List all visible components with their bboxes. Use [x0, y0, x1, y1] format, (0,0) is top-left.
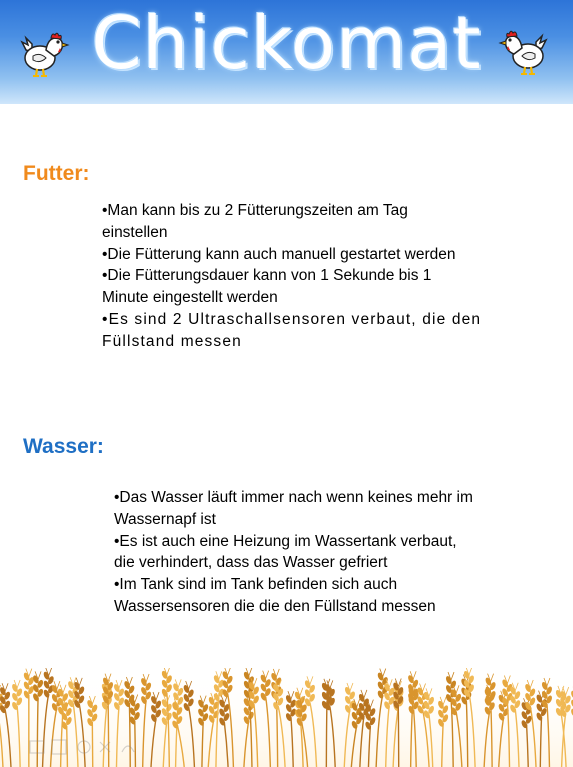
list-item: •Die Fütterungsdauer kann von 1 Sekunde … — [102, 267, 432, 307]
app-title: Chickomat — [91, 1, 482, 85]
list-item: •Im Tank sind im Tank befinden sich auch… — [114, 576, 436, 615]
futter-list: •Man kann bis zu 2 Fütterungszeiten am T… — [102, 200, 557, 353]
list-item: •Die Fütterung kann auch manuell gestart… — [102, 245, 456, 263]
chicken-icon — [20, 32, 70, 77]
list-item: •Es sind 2 Ultraschallsensoren verbaut, … — [102, 310, 482, 350]
list-item: •Es ist auch eine Heizung im Wassertank … — [114, 532, 457, 572]
watermark-icons — [29, 739, 135, 755]
header-banner: Chickomat — [0, 0, 573, 104]
list-item: •Man kann bis zu 2 Fütterungszeiten am T… — [102, 202, 408, 241]
futter-heading: Futter: — [23, 162, 90, 185]
wasser-list: •Das Wasser läuft immer nach wenn keines… — [114, 487, 554, 618]
chicken-icon — [498, 30, 548, 75]
wasser-heading: Wasser: — [23, 435, 104, 458]
list-item: •Das Wasser läuft immer nach wenn keines… — [114, 489, 473, 528]
